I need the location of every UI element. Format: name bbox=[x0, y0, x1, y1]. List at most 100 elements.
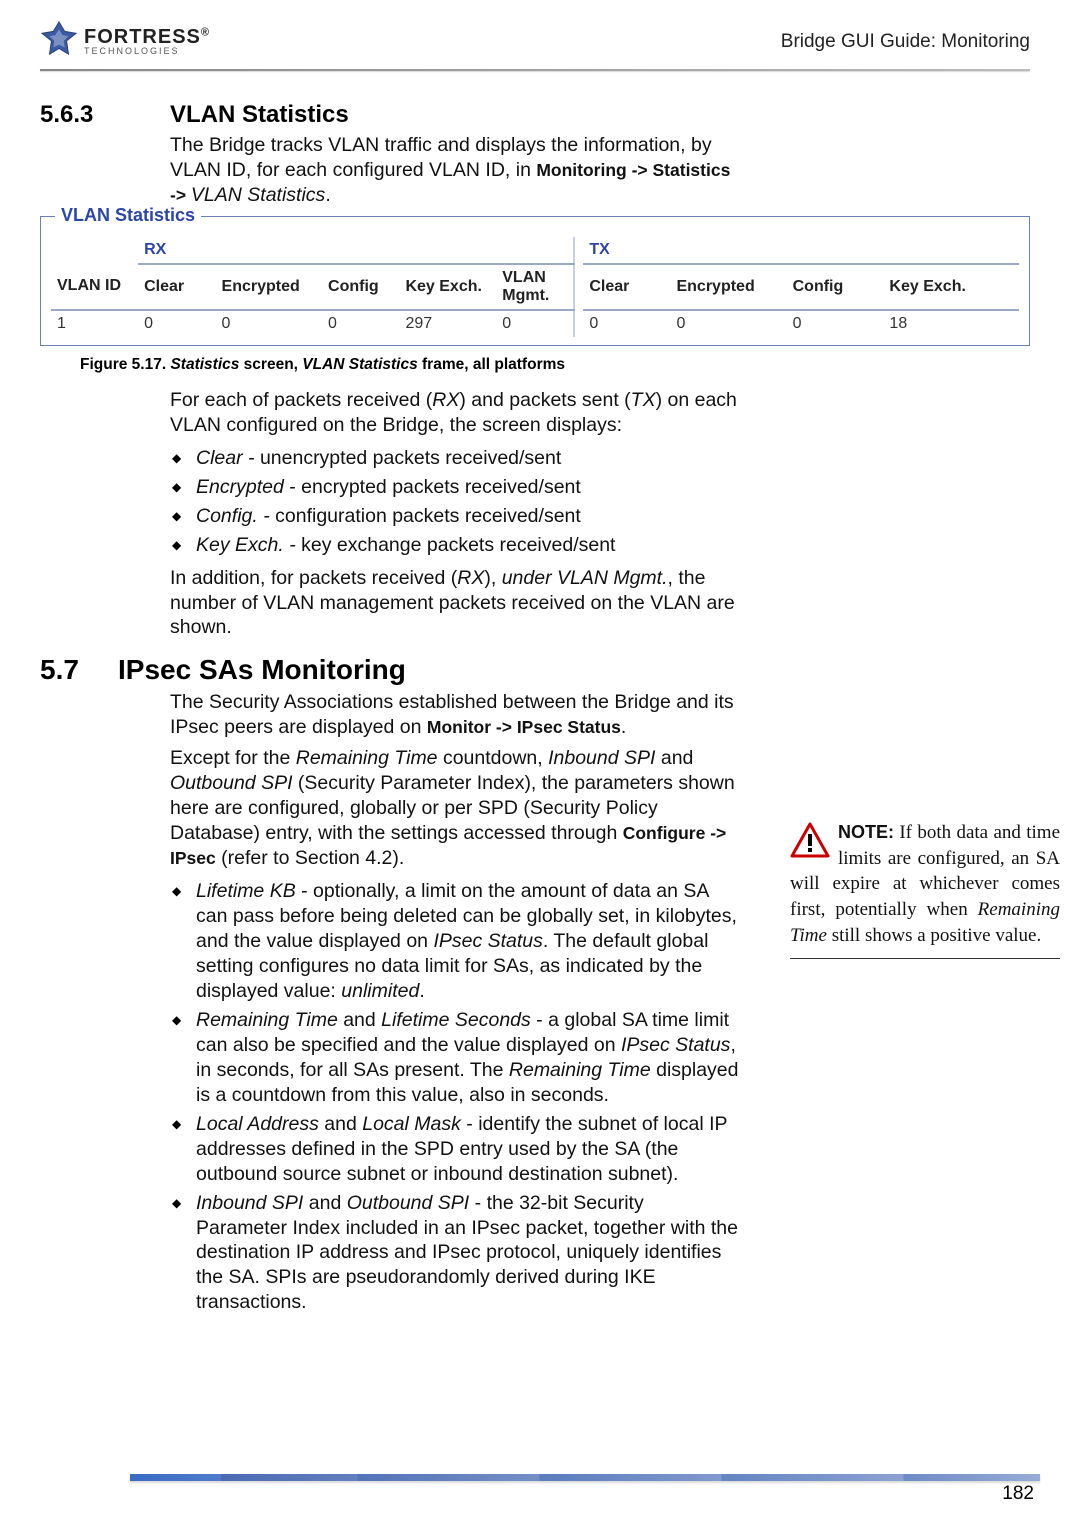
term: Inbound SPI bbox=[196, 1192, 303, 1214]
section-title: VLAN Statistics bbox=[170, 101, 349, 129]
cell-rx-clear: 0 bbox=[138, 310, 215, 337]
tx-header: TX bbox=[583, 237, 1019, 264]
text: and bbox=[303, 1192, 346, 1214]
text-italic: Outbound SPI bbox=[170, 772, 293, 794]
note-callout: NOTE: If both data and time limits are c… bbox=[790, 820, 1060, 959]
text-italic: Outbound SPI bbox=[347, 1192, 470, 1214]
cell-rx-config: 0 bbox=[322, 310, 399, 337]
text-italic: RX bbox=[457, 567, 484, 589]
section-number: 5.7 bbox=[40, 654, 118, 686]
list-item: Encrypted - encrypted packets received/s… bbox=[196, 475, 740, 500]
section-number: 5.6.3 bbox=[40, 101, 140, 129]
text-italic: Remaining Time bbox=[509, 1059, 651, 1081]
logo-reg: ® bbox=[201, 26, 210, 38]
list-item: Local Address and Local Mask - identify … bbox=[196, 1112, 740, 1187]
page: FORTRESS® TECHNOLOGIES Bridge GUI Guide:… bbox=[0, 0, 1090, 1523]
header-right: Bridge GUI Guide: Monitoring bbox=[781, 31, 1030, 53]
text-italic: Local Mask bbox=[362, 1113, 461, 1135]
section-5-7-body: The Security Associations established be… bbox=[170, 690, 740, 1315]
term: Key Exch. - bbox=[196, 534, 301, 556]
col-clear: Clear bbox=[583, 264, 670, 310]
note-label: NOTE: bbox=[838, 822, 894, 842]
text: countdown, bbox=[438, 747, 549, 769]
text-strong: Monitor -> IPsec Status bbox=[427, 717, 621, 737]
term: Encrypted bbox=[196, 476, 284, 498]
col-key-exch: Key Exch. bbox=[883, 264, 1019, 310]
section-5-6-3-body: For each of packets received (RX) and pa… bbox=[170, 388, 740, 641]
cell-tx-encrypted: 0 bbox=[670, 310, 786, 337]
list-item: Lifetime KB - optionally, a limit on the… bbox=[196, 879, 740, 1004]
logo-icon bbox=[40, 20, 78, 63]
term: Local Address bbox=[196, 1113, 319, 1135]
section-title: IPsec SAs Monitoring bbox=[118, 654, 406, 686]
text: For each of packets received ( bbox=[170, 389, 432, 411]
logo: FORTRESS® TECHNOLOGIES bbox=[40, 20, 210, 63]
cell-rx-key-exch: 297 bbox=[399, 310, 496, 337]
text: frame, all platforms bbox=[418, 356, 565, 373]
vlan-legend: VLAN Statistics bbox=[55, 205, 201, 226]
term: Lifetime KB bbox=[196, 880, 296, 902]
text: key exchange packets received/sent bbox=[301, 534, 615, 556]
cell-vlan-id: 1 bbox=[51, 310, 138, 337]
text: ) and packets sent ( bbox=[459, 389, 630, 411]
list-item: Inbound SPI and Outbound SPI - the 32-bi… bbox=[196, 1191, 740, 1316]
text-italic: under VLAN Mgmt. bbox=[502, 567, 668, 589]
cell-tx-clear: 0 bbox=[583, 310, 670, 337]
cell-tx-key-exch: 18 bbox=[883, 310, 1019, 337]
text: Except for the bbox=[170, 747, 296, 769]
text: . bbox=[621, 716, 626, 738]
text-italic: Remaining Time bbox=[296, 747, 438, 769]
text: screen, bbox=[239, 356, 302, 373]
text-italic: unlimited bbox=[341, 980, 419, 1002]
col-vlan-id: VLAN ID bbox=[51, 264, 138, 310]
text-italic: VLAN Statistics bbox=[302, 356, 417, 373]
text-italic: IPsec Status bbox=[433, 930, 542, 952]
text-italic: RX bbox=[432, 389, 459, 411]
text-italic: Lifetime Seconds bbox=[381, 1009, 531, 1031]
col-config: Config bbox=[787, 264, 884, 310]
text: . bbox=[419, 980, 424, 1002]
logo-sub: TECHNOLOGIES bbox=[84, 47, 210, 56]
col-encrypted: Encrypted bbox=[670, 264, 786, 310]
text: VLAN bbox=[502, 269, 546, 286]
text: and bbox=[338, 1009, 381, 1031]
note-divider bbox=[790, 958, 1060, 959]
list-item: Clear - unencrypted packets received/sen… bbox=[196, 446, 740, 471]
section-5-6-3-heading: 5.6.3 VLAN Statistics bbox=[40, 101, 1030, 129]
cell-rx-vlan-mgmt: 0 bbox=[496, 310, 573, 337]
text: Mgmt. bbox=[502, 287, 549, 304]
text: and bbox=[319, 1113, 362, 1135]
text: In addition, for packets received ( bbox=[170, 567, 457, 589]
text-italic: VLAN Statistics bbox=[191, 184, 325, 206]
list-item: Key Exch. - key exchange packets receive… bbox=[196, 533, 740, 558]
warning-icon bbox=[790, 822, 830, 866]
text-italic: IPsec Status bbox=[621, 1034, 730, 1056]
list-item: Remaining Time and Lifetime Seconds - a … bbox=[196, 1008, 740, 1108]
cell-rx-encrypted: 0 bbox=[216, 310, 322, 337]
list-item: Config. - configuration packets received… bbox=[196, 504, 740, 529]
page-header: FORTRESS® TECHNOLOGIES Bridge GUI Guide:… bbox=[40, 20, 1030, 63]
text: - encrypted packets received/sent bbox=[284, 476, 581, 498]
text: unencrypted packets received/sent bbox=[260, 447, 561, 469]
text: and bbox=[655, 747, 693, 769]
page-number: 182 bbox=[1002, 1483, 1034, 1505]
section-5-6-3-intro: The Bridge tracks VLAN traffic and displ… bbox=[170, 133, 740, 208]
header-rule bbox=[40, 69, 1030, 71]
term: Clear - bbox=[196, 447, 260, 469]
vlan-statistics-panel: VLAN Statistics RX TX VLAN ID Clear Encr… bbox=[40, 216, 1030, 346]
figure-caption: Figure 5.17. Statistics screen, VLAN Sta… bbox=[80, 356, 1030, 374]
text: . bbox=[325, 184, 330, 206]
section-5-7-heading: 5.7 IPsec SAs Monitoring bbox=[40, 654, 1030, 686]
col-encrypted: Encrypted bbox=[216, 264, 322, 310]
col-key-exch: Key Exch. bbox=[399, 264, 496, 310]
rx-header: RX bbox=[138, 237, 574, 264]
text-italic: Inbound SPI bbox=[548, 747, 655, 769]
footer-rule bbox=[130, 1473, 1040, 1481]
text-italic: Statistics bbox=[170, 356, 239, 373]
term: Config. - bbox=[196, 505, 275, 527]
text: configuration packets received/sent bbox=[275, 505, 581, 527]
col-clear: Clear bbox=[138, 264, 215, 310]
text: Figure 5.17. bbox=[80, 356, 170, 373]
text: (refer to Section 4.2). bbox=[216, 847, 405, 869]
logo-main: FORTRESS bbox=[84, 26, 201, 48]
